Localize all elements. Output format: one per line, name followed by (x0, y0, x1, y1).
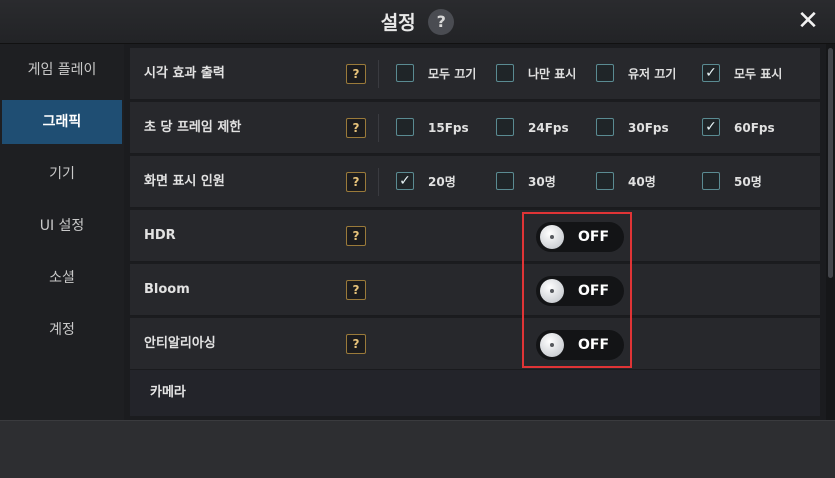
sidebar: 게임 플레이 그래픽 기기 UI 설정 소셜 계정 (0, 44, 124, 420)
title-bar: 설정 ? ✕ (0, 0, 835, 44)
option-label: 모두 표시 (734, 67, 783, 81)
setting-label: 안티알리아싱 (144, 336, 216, 351)
help-icon[interactable]: ? (346, 172, 366, 192)
divider (378, 168, 379, 196)
sidebar-item-graphics[interactable]: 그래픽 (2, 100, 122, 144)
bloom-toggle[interactable]: OFF (536, 276, 624, 306)
help-icon[interactable]: ? (346, 118, 366, 138)
setting-label: Bloom (144, 282, 190, 297)
option-label: 30Fps (628, 121, 669, 135)
option-label: 24Fps (528, 121, 569, 135)
option-label: 15Fps (428, 121, 469, 135)
scroll-thumb[interactable] (828, 48, 833, 278)
hdr-toggle[interactable]: OFF (536, 222, 624, 252)
section-camera[interactable]: 카메라 (130, 370, 820, 416)
setting-row-visual-effects: 시각 효과 출력 ? 모두 끄기 나만 표시 유저 끄기 ✓ 모두 표시 (130, 48, 820, 100)
checkbox[interactable] (496, 118, 514, 136)
knob-dot (550, 235, 554, 239)
option-label: 모두 끄기 (428, 67, 477, 81)
settings-panel: 시각 효과 출력 ? 모두 끄기 나만 표시 유저 끄기 ✓ 모두 표시 초 당… (124, 44, 826, 420)
sidebar-item-account[interactable]: 계정 (0, 308, 124, 352)
setting-label: 화면 표시 인원 (144, 174, 225, 189)
checkbox[interactable] (596, 118, 614, 136)
scrollbar[interactable] (826, 44, 835, 420)
knob-dot (550, 289, 554, 293)
sidebar-item-gameplay[interactable]: 게임 플레이 (0, 48, 124, 92)
help-icon[interactable]: ? (428, 8, 455, 35)
footer-bar (0, 420, 835, 478)
checkbox[interactable] (496, 64, 514, 82)
setting-row-hdr: HDR ? OFF (130, 210, 820, 262)
toggle-knob (540, 333, 564, 357)
checkbox[interactable]: ✓ (702, 118, 720, 136)
page-title: 설정 ? (0, 8, 835, 37)
help-icon[interactable]: ? (346, 226, 366, 246)
help-icon[interactable]: ? (346, 334, 366, 354)
checkbox[interactable] (496, 172, 514, 190)
checkbox[interactable] (702, 172, 720, 190)
option-label: 50명 (734, 175, 762, 189)
antialiasing-toggle[interactable]: OFF (536, 330, 624, 360)
title-text: 설정 (380, 12, 416, 34)
help-icon[interactable]: ? (346, 280, 366, 300)
checkbox[interactable] (396, 64, 414, 82)
toggle-knob (540, 225, 564, 249)
knob-dot (550, 343, 554, 347)
setting-label: 초 당 프레임 제한 (144, 120, 242, 135)
close-icon[interactable]: ✕ (795, 8, 821, 34)
toggle-state: OFF (578, 229, 610, 245)
setting-row-antialiasing: 안티알리아싱 ? OFF (130, 318, 820, 370)
setting-row-display-count: 화면 표시 인원 ? ✓ 20명 30명 40명 50명 (130, 156, 820, 208)
option-label: 40명 (628, 175, 656, 189)
help-icon[interactable]: ? (346, 64, 366, 84)
sidebar-item-ui-settings[interactable]: UI 설정 (0, 204, 124, 248)
option-label: 30명 (528, 175, 556, 189)
checkbox[interactable]: ✓ (396, 172, 414, 190)
checkbox[interactable] (596, 172, 614, 190)
toggle-state: OFF (578, 337, 610, 353)
section-label: 카메라 (150, 385, 186, 400)
setting-row-bloom: Bloom ? OFF (130, 264, 820, 316)
sidebar-item-social[interactable]: 소셜 (0, 256, 124, 300)
setting-row-frame-limit: 초 당 프레임 제한 ? 15Fps 24Fps 30Fps ✓ 60Fps (130, 102, 820, 154)
divider (378, 114, 379, 142)
option-label: 나만 표시 (528, 67, 577, 81)
divider (378, 60, 379, 88)
checkbox[interactable] (596, 64, 614, 82)
toggle-knob (540, 279, 564, 303)
toggle-state: OFF (578, 283, 610, 299)
setting-label: 시각 효과 출력 (144, 66, 225, 81)
sidebar-item-device[interactable]: 기기 (0, 152, 124, 196)
settings-window: 설정 ? ✕ 게임 플레이 그래픽 기기 UI 설정 소셜 계정 시각 효과 출… (0, 0, 835, 478)
checkbox[interactable] (396, 118, 414, 136)
setting-label: HDR (144, 228, 176, 243)
option-label: 20명 (428, 175, 456, 189)
checkbox[interactable]: ✓ (702, 64, 720, 82)
option-label: 유저 끄기 (628, 67, 677, 81)
option-label: 60Fps (734, 121, 775, 135)
